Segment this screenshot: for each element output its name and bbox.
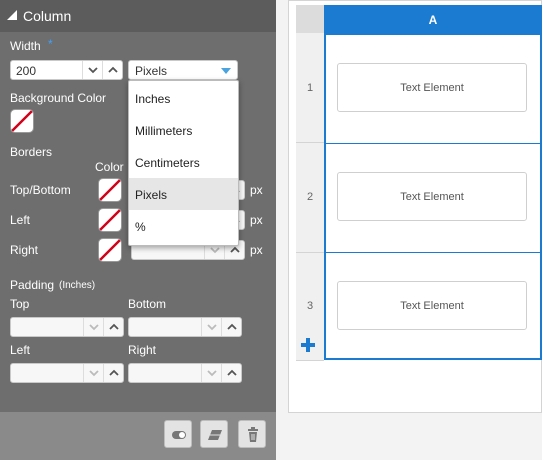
border-top-bottom-color-swatch[interactable] bbox=[98, 178, 122, 202]
row-divider bbox=[324, 143, 542, 144]
padding-right-label: Right bbox=[128, 343, 157, 357]
decrement-button[interactable] bbox=[201, 318, 222, 336]
border-top-bottom-unit: px bbox=[250, 183, 263, 197]
border-left-unit: px bbox=[250, 213, 263, 227]
no-color-icon bbox=[99, 239, 121, 261]
row-divider bbox=[324, 252, 542, 253]
chevron-up-icon bbox=[108, 66, 118, 73]
unit-option-millimeters[interactable]: Millimeters bbox=[129, 114, 238, 146]
decrement-button[interactable] bbox=[83, 318, 104, 336]
padding-right-input[interactable] bbox=[128, 363, 242, 383]
text-element[interactable]: Text Element bbox=[337, 172, 527, 221]
padding-unit-label: (Inches) bbox=[59, 280, 96, 291]
unit-select-value: Pixels bbox=[135, 64, 168, 78]
chevron-up-icon bbox=[230, 246, 240, 253]
chevron-down-icon bbox=[210, 247, 220, 254]
decrement-button[interactable] bbox=[83, 364, 104, 382]
column-header-a[interactable]: A bbox=[324, 5, 542, 33]
borders-label: Borders bbox=[10, 145, 53, 159]
chevron-down-icon bbox=[89, 370, 99, 377]
chevron-down-icon bbox=[207, 324, 217, 331]
panel-header[interactable]: Column bbox=[0, 0, 276, 32]
border-right-color-swatch[interactable] bbox=[98, 238, 122, 262]
unit-option-percent[interactable]: % bbox=[129, 210, 238, 242]
grid-corner-header bbox=[296, 5, 324, 33]
border-right-label: Right bbox=[10, 243, 39, 257]
text-element[interactable]: Text Element bbox=[337, 63, 527, 112]
background-color-label: Background Color bbox=[10, 91, 107, 105]
chevron-up-icon bbox=[109, 369, 119, 376]
chevron-up-icon bbox=[109, 323, 119, 330]
increment-button[interactable] bbox=[221, 318, 242, 336]
row-header-1[interactable]: 1 bbox=[296, 33, 324, 143]
decrement-button[interactable] bbox=[82, 61, 103, 79]
width-label: Width bbox=[10, 39, 41, 53]
toggle-button[interactable] bbox=[164, 420, 192, 448]
unit-select[interactable]: Pixels bbox=[128, 60, 238, 80]
unit-option-inches[interactable]: Inches bbox=[129, 82, 238, 114]
row-header-2[interactable]: 2 bbox=[296, 143, 324, 253]
border-top-bottom-label: Top/Bottom bbox=[10, 183, 71, 197]
increment-button[interactable] bbox=[102, 61, 123, 79]
text-element[interactable]: Text Element bbox=[337, 281, 527, 330]
dropdown-arrow-icon bbox=[221, 68, 231, 74]
border-color-column-label: Color bbox=[95, 160, 124, 174]
increment-button[interactable] bbox=[103, 364, 124, 382]
chevron-up-icon bbox=[227, 323, 237, 330]
add-row-plus-icon[interactable] bbox=[301, 338, 315, 352]
padding-bottom-input[interactable] bbox=[128, 317, 242, 337]
padding-top-label: Top bbox=[10, 297, 30, 311]
width-input[interactable]: 200 bbox=[10, 60, 123, 80]
chevron-up-icon bbox=[227, 369, 237, 376]
border-right-unit: px bbox=[250, 243, 263, 257]
collapse-caret-icon[interactable] bbox=[7, 10, 17, 20]
decrement-button[interactable] bbox=[201, 364, 222, 382]
unit-option-centimeters[interactable]: Centimeters bbox=[129, 146, 238, 178]
chevron-down-icon bbox=[88, 67, 98, 74]
no-color-icon bbox=[11, 110, 33, 132]
border-left-label: Left bbox=[10, 213, 31, 227]
padding-top-input[interactable] bbox=[10, 317, 124, 337]
unit-option-pixels[interactable]: Pixels bbox=[129, 178, 238, 210]
chevron-down-icon bbox=[207, 370, 217, 377]
delete-button[interactable] bbox=[238, 420, 266, 448]
increment-button[interactable] bbox=[103, 318, 124, 336]
chevron-down-icon bbox=[89, 324, 99, 331]
panel-footer-toolbar bbox=[0, 412, 276, 460]
padding-left-label: Left bbox=[10, 343, 31, 357]
toggle-icon bbox=[172, 431, 186, 439]
width-value: 200 bbox=[16, 64, 37, 78]
eraser-icon bbox=[208, 430, 222, 440]
padding-left-input[interactable] bbox=[10, 363, 124, 383]
panel-title: Column bbox=[23, 8, 72, 24]
trash-icon bbox=[248, 427, 258, 442]
background-color-swatch[interactable] bbox=[10, 109, 34, 133]
increment-button[interactable] bbox=[221, 364, 242, 382]
padding-label: Padding bbox=[10, 278, 55, 292]
unit-dropdown-menu: Inches Millimeters Centimeters Pixels % bbox=[128, 80, 239, 246]
required-mark: * bbox=[48, 37, 53, 51]
eraser-button[interactable] bbox=[200, 420, 228, 448]
padding-bottom-label: Bottom bbox=[128, 297, 167, 311]
border-left-color-swatch[interactable] bbox=[98, 208, 122, 232]
no-color-icon bbox=[99, 179, 121, 201]
no-color-icon bbox=[99, 209, 121, 231]
